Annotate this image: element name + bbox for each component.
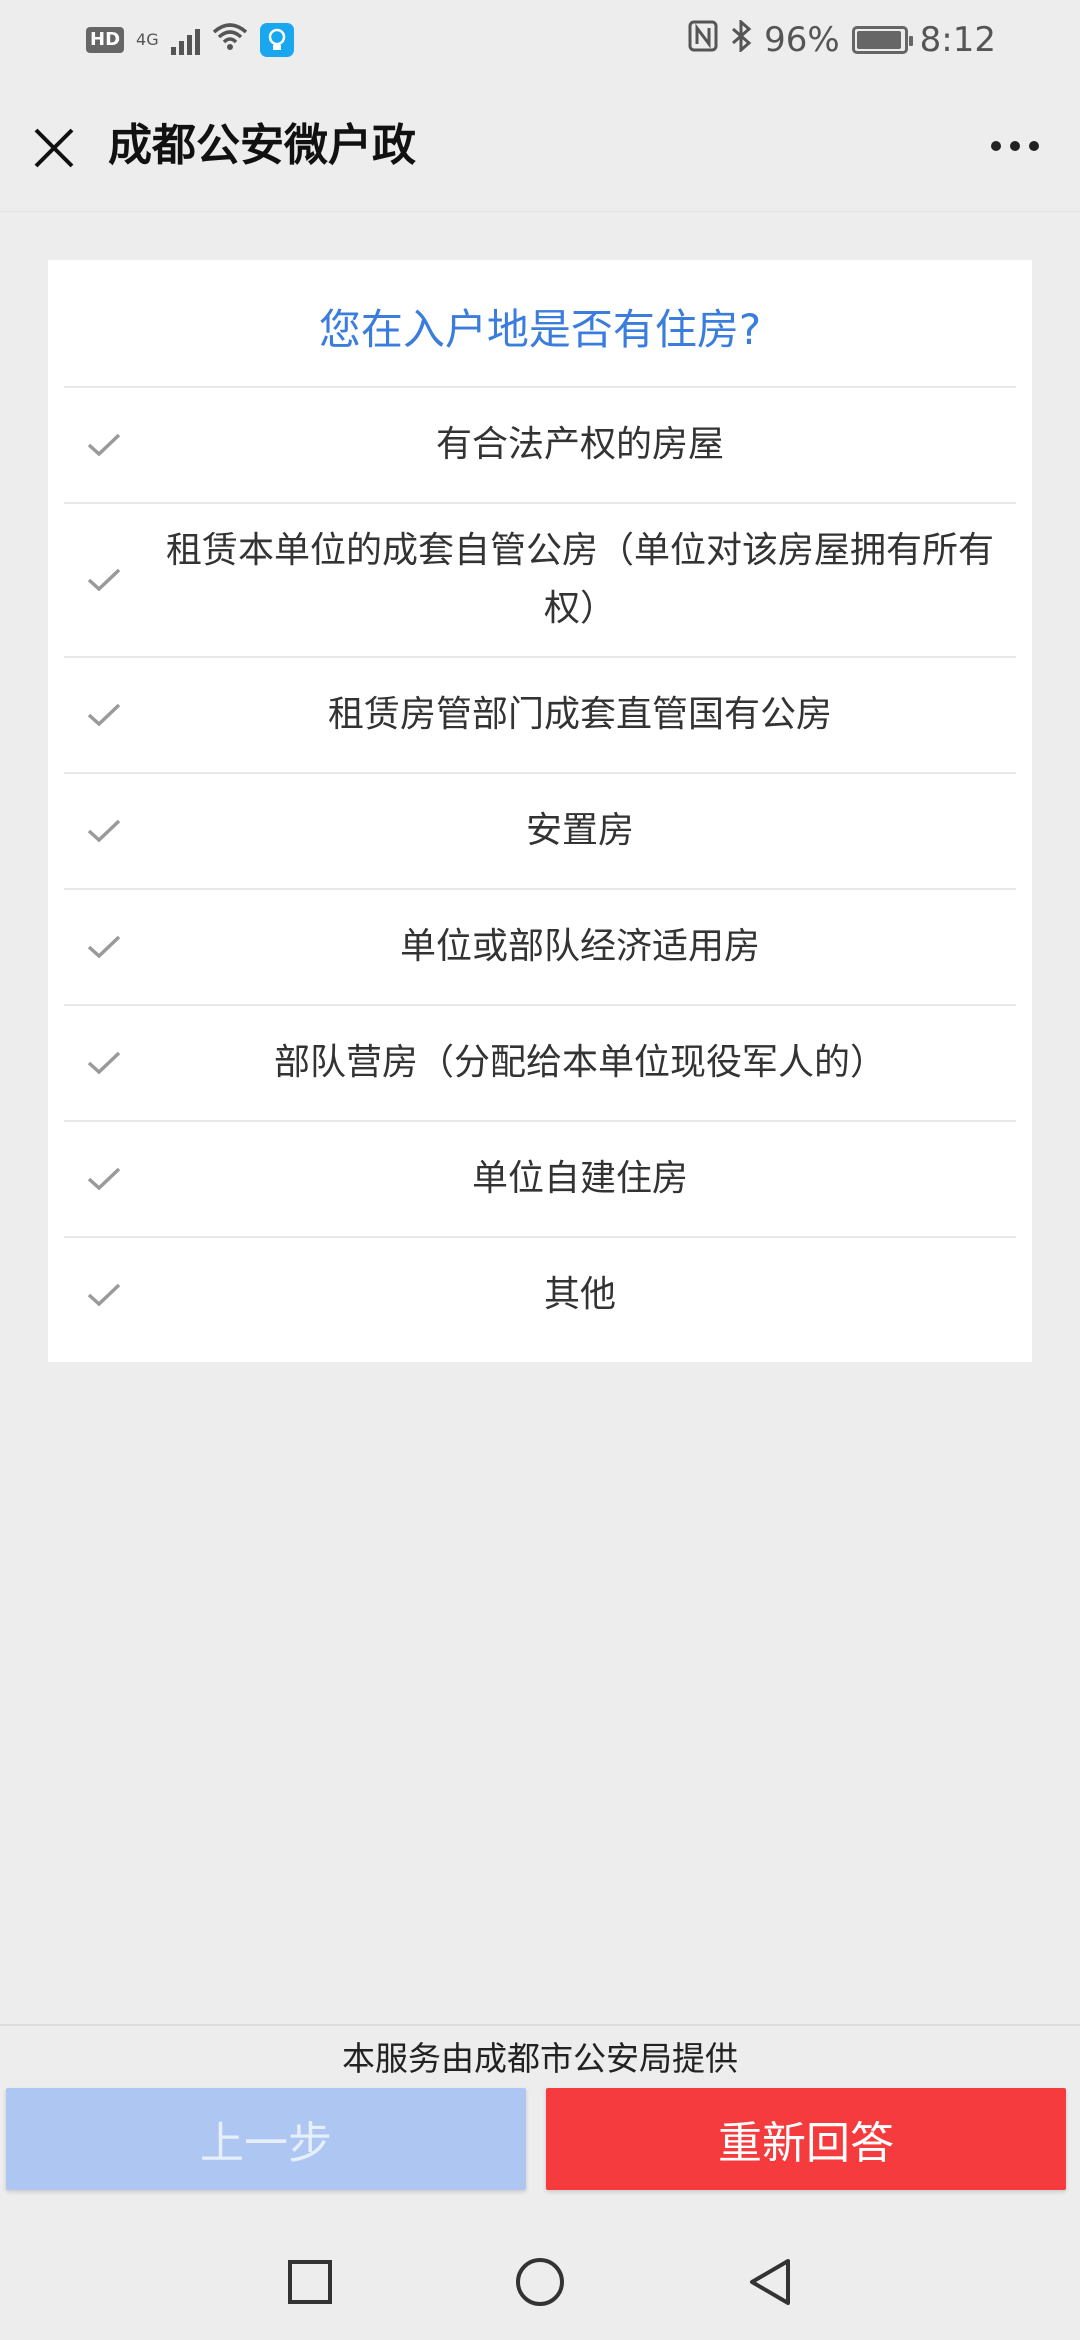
check-icon [84,1275,124,1315]
prev-step-button[interactable]: 上一步 [6,2088,526,2190]
option-label: 部队营房（分配给本单位现役军人的） [273,1042,886,1083]
battery-icon [851,26,913,54]
option-item[interactable]: 单位或部队经济适用房 [64,888,1016,1004]
question-title: 您在入户地是否有住房? [318,305,762,354]
check-icon [84,1043,124,1083]
nfc-icon [688,20,718,61]
back-button[interactable] [740,2252,800,2312]
option-item[interactable]: 安置房 [64,772,1016,888]
option-label: 安置房 [525,810,634,851]
home-button[interactable] [510,2252,570,2312]
option-item[interactable]: 租赁房管部门成套直管国有公房 [64,656,1016,772]
system-nav-bar [0,2222,1080,2340]
status-right: 96% 8:12 [688,18,996,61]
check-icon [84,560,124,600]
more-icon-dot [991,141,1001,151]
restart-button[interactable]: 重新回答 [546,2088,1066,2190]
footer: 本服务由成都市公安局提供 上一步 重新回答 [0,2024,1080,2222]
option-item[interactable]: 有合法产权的房屋 [64,386,1016,502]
option-item[interactable]: 租赁本单位的成套自管公房（单位对该房屋拥有所有权） [64,502,1016,656]
circle-icon [516,2258,564,2306]
hd-badge: HD [86,27,125,53]
option-label: 单位自建住房 [471,1158,688,1199]
close-button[interactable] [28,122,80,174]
options-list: 有合法产权的房屋 租赁本单位的成套自管公房（单位对该房屋拥有所有权） 租赁房管部… [64,386,1016,1352]
network-type: 4G [136,30,159,49]
option-label: 租赁本单位的成套自管公房（单位对该房屋拥有所有权） [165,530,994,629]
more-icon-dot [1010,141,1020,151]
bluetooth-icon [730,18,752,61]
option-item[interactable]: 单位自建住房 [64,1120,1016,1236]
close-icon [34,128,74,168]
check-icon [84,695,124,735]
option-item[interactable]: 部队营房（分配给本单位现役军人的） [64,1004,1016,1120]
recents-button[interactable] [280,2252,340,2312]
battery-percent: 96% [764,20,840,60]
title-bar: 成都公安微户政 [0,80,1080,212]
option-label: 其他 [543,1274,616,1315]
signal-icon [170,25,200,55]
more-button[interactable] [980,120,1050,172]
option-label: 有合法产权的房屋 [435,424,724,465]
wifi-icon [212,20,248,60]
option-item[interactable]: 其他 [64,1236,1016,1352]
option-label: 单位或部队经济适用房 [399,926,760,967]
square-icon [288,2260,332,2304]
triangle-back-icon [750,2259,790,2305]
provider-text: 本服务由成都市公安局提供 [342,2039,738,2078]
question-card: 您在入户地是否有住房? 有合法产权的房屋 租赁本单位的成套自管公房（单位对该房屋… [48,260,1032,1362]
battery-level [856,31,901,49]
more-icon-dot [1029,141,1039,151]
clock: 8:12 [919,20,996,60]
page-title: 成都公安微户政 [108,120,416,171]
check-icon [84,927,124,967]
check-icon [84,811,124,851]
status-bar: HD 4G 96% 8:12 [0,0,1080,80]
check-icon [84,425,124,465]
status-left: HD 4G [86,20,294,60]
option-label: 租赁房管部门成套直管国有公房 [327,694,832,735]
check-icon [84,1159,124,1199]
notification-app-icon [259,23,294,57]
